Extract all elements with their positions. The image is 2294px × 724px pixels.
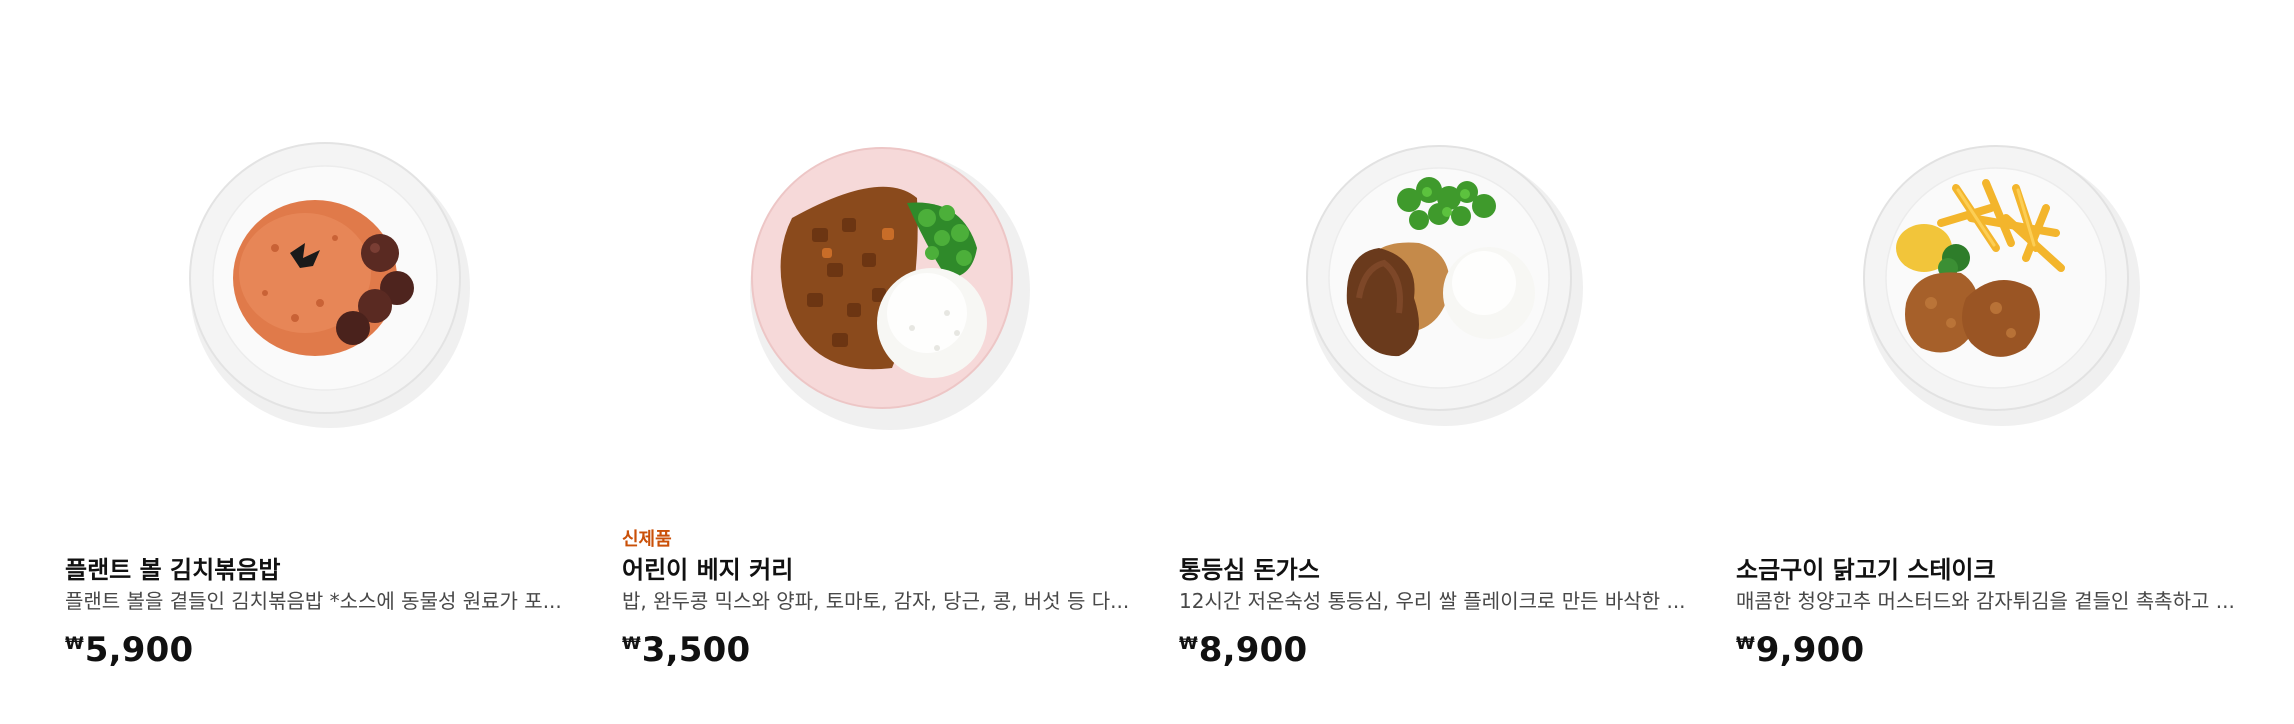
product-description: 12시간 저온숙성 통등심, 우리 쌀 플레이크로 만든 바삭한 ... [1179,589,1686,613]
currency-symbol: ₩ [65,634,84,654]
veggie-curry-plate-icon [750,147,1030,430]
product-card-pork-cutlet[interactable]: 통등심 돈가스 12시간 저온숙성 통등심, 우리 쌀 플레이크로 만든 바삭한… [1179,0,1699,724]
product-description: 플랜트 볼을 곁들인 김치볶음밥 *소스에 동물성 원료가 포... [65,589,562,613]
product-title[interactable]: 어린이 베지 커리 [622,555,793,585]
price-amount: 5,900 [84,630,194,670]
product-description: 매콤한 청양고추 머스터드와 감자튀김을 곁들인 촉촉하고 ... [1736,589,2235,613]
product-card-kimchi-fried-rice[interactable]: 플랜트 볼 김치볶음밥 플랜트 볼을 곁들인 김치볶음밥 *소스에 동물성 원료… [65,0,585,724]
currency-symbol: ₩ [622,634,641,654]
kimchi-fried-rice-plate-icon [189,142,470,428]
product-price: ₩ 5,900 [65,630,193,670]
product-image[interactable] [65,118,585,438]
currency-symbol: ₩ [1179,634,1198,654]
product-price: ₩ 3,500 [622,630,750,670]
product-title[interactable]: 소금구이 닭고기 스테이크 [1736,555,1996,585]
product-card-veggie-curry[interactable]: 신제품 어린이 베지 커리 밥, 완두콩 믹스와 양파, 토마토, 감자, 당근… [622,0,1142,724]
product-title[interactable]: 플랜트 볼 김치볶음밥 [65,555,280,585]
pork-cutlet-plate-icon [1306,145,1583,426]
product-price: ₩ 9,900 [1736,630,1864,670]
product-description: 밥, 완두콩 믹스와 양파, 토마토, 감자, 당근, 콩, 버섯 등 다... [622,589,1130,613]
price-amount: 3,500 [641,630,751,670]
product-image[interactable] [622,118,1142,438]
product-image[interactable] [1736,118,2256,438]
new-badge: 신제품 [622,529,672,550]
price-amount: 8,900 [1198,630,1308,670]
currency-symbol: ₩ [1736,634,1755,654]
chicken-steak-plate-icon [1863,145,2140,426]
product-price: ₩ 8,900 [1179,630,1307,670]
product-card-chicken-steak[interactable]: 소금구이 닭고기 스테이크 매콤한 청양고추 머스터드와 감자튀김을 곁들인 촉… [1736,0,2256,724]
product-title[interactable]: 통등심 돈가스 [1179,555,1320,585]
product-image[interactable] [1179,118,1699,438]
product-grid: 플랜트 볼 김치볶음밥 플랜트 볼을 곁들인 김치볶음밥 *소스에 동물성 원료… [0,0,2294,724]
price-amount: 9,900 [1755,630,1865,670]
